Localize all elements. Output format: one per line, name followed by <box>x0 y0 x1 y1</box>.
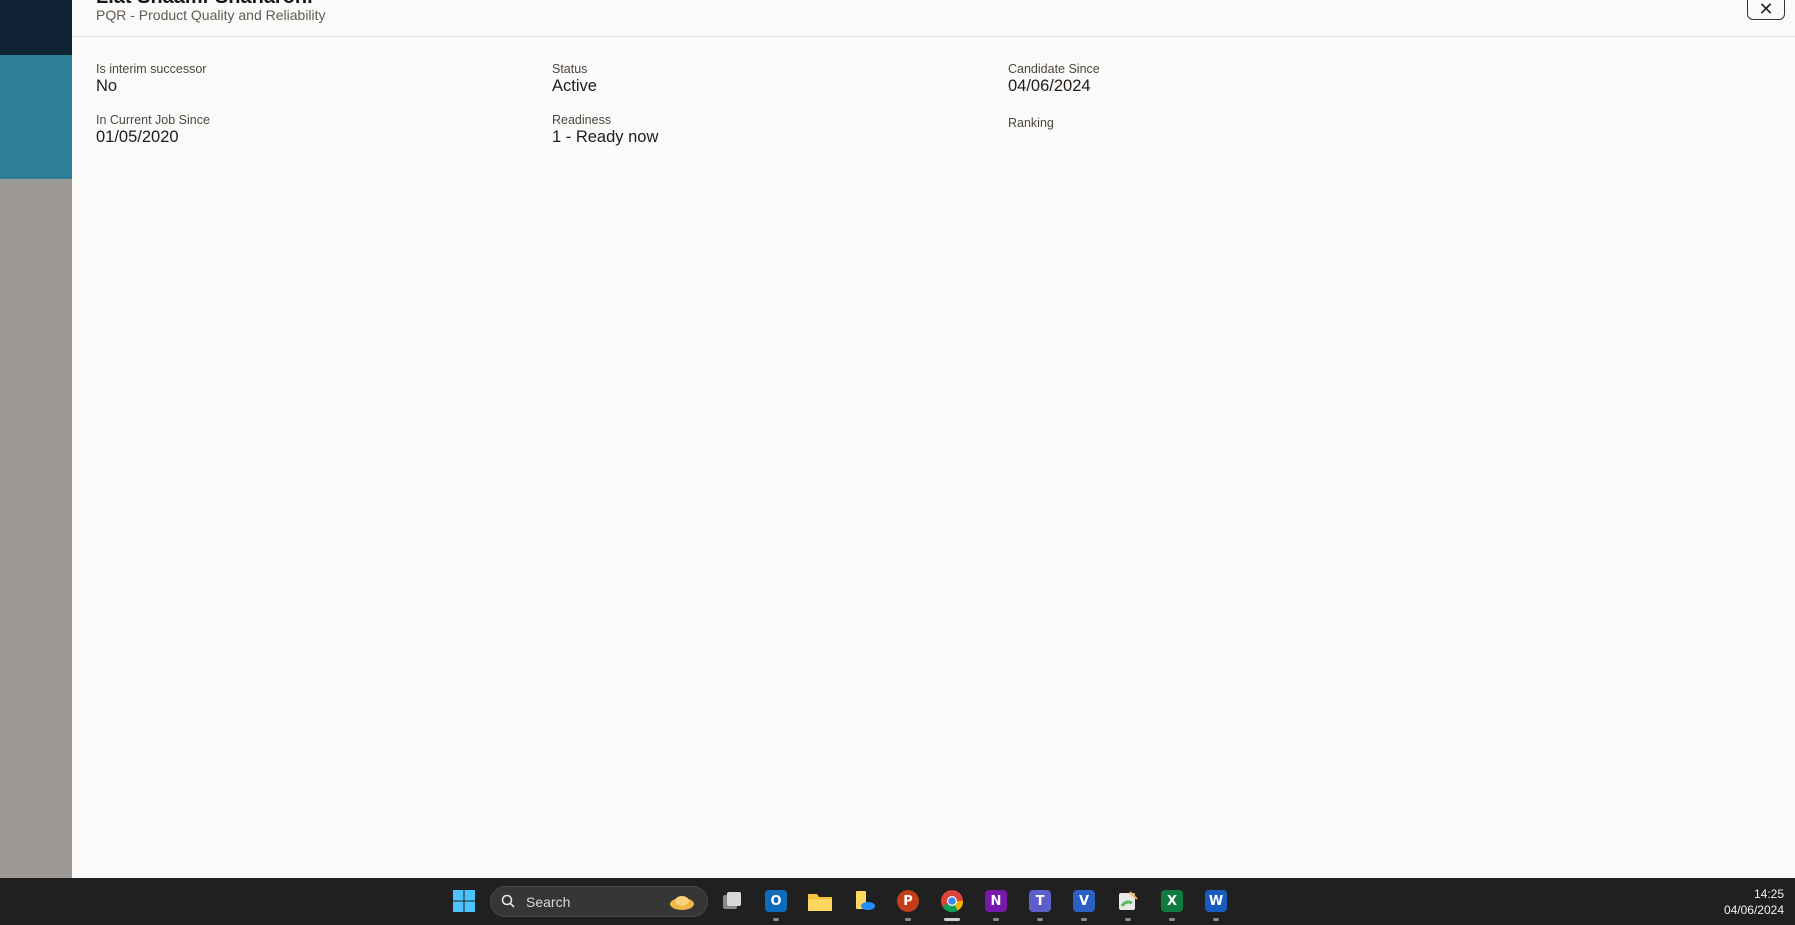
field-label: Is interim successor <box>96 62 207 76</box>
field-value: 01/05/2020 <box>96 128 179 146</box>
search-placeholder: Search <box>526 894 571 910</box>
close-button[interactable]: ✕ <box>1747 0 1785 20</box>
outlook-icon: O <box>765 890 787 912</box>
background-banner <box>0 55 72 179</box>
field-candidate-since: Candidate Since 04/06/2024 <box>1008 62 1100 96</box>
drawer-subtitle: PQR - Product Quality and Reliability <box>96 7 326 23</box>
teams-icon: T <box>1029 890 1051 912</box>
excel-button[interactable]: X <box>1158 887 1186 921</box>
word-icon: W <box>1205 890 1227 912</box>
field-value: 1 - Ready now <box>552 128 659 146</box>
field-label: Readiness <box>552 113 612 127</box>
file-explorer-button[interactable] <box>806 887 834 915</box>
field-ranking: Ranking <box>1008 116 1054 131</box>
powerpoint-icon: P <box>897 890 919 912</box>
powerpoint-button[interactable]: P <box>894 887 922 921</box>
onedrive-files-icon <box>856 891 875 910</box>
field-interim-successor: Is interim successor No <box>96 62 206 96</box>
outlook-button[interactable]: O <box>762 887 790 921</box>
windows-start-button[interactable] <box>450 887 478 915</box>
field-value: No <box>96 77 118 95</box>
field-status: Status Active <box>552 62 597 96</box>
word-button[interactable]: W <box>1202 887 1230 921</box>
teams-button[interactable]: T <box>1026 887 1054 921</box>
candidate-details-drawer: Liat Shaami-Shaharoni PQR - Product Qual… <box>72 0 1795 878</box>
paint-button[interactable] <box>1114 887 1142 921</box>
background-header <box>0 0 72 55</box>
visio-button[interactable]: V <box>1070 887 1098 921</box>
background-page <box>0 0 72 878</box>
field-label: Ranking <box>1008 116 1054 130</box>
task-view-button[interactable] <box>718 887 746 915</box>
excel-icon: X <box>1161 890 1183 912</box>
field-value: 04/06/2024 <box>1008 77 1091 95</box>
field-label: Status <box>552 62 588 76</box>
search-highlight-icon <box>670 896 694 910</box>
field-label: In Current Job Since <box>96 113 210 127</box>
clock-time: 14:25 <box>1753 887 1784 901</box>
search-icon <box>501 894 515 908</box>
onedrive-files-button[interactable] <box>850 887 878 915</box>
chrome-button[interactable] <box>938 887 966 921</box>
file-explorer-icon <box>808 894 832 911</box>
paint-icon <box>1119 891 1138 910</box>
system-clock[interactable]: 14:25 04/06/2024 <box>1700 886 1784 918</box>
drawer-header: Liat Shaami-Shaharoni PQR - Product Qual… <box>72 0 1795 37</box>
field-readiness: Readiness 1 - Ready now <box>552 113 658 147</box>
onenote-icon: N <box>985 890 1007 912</box>
clock-date: 04/06/2024 <box>1723 903 1784 917</box>
task-view-icon <box>723 892 741 909</box>
field-label: Candidate Since <box>1008 62 1100 76</box>
field-value: Active <box>552 77 597 95</box>
field-current-job-since: In Current Job Since 01/05/2020 <box>96 113 210 147</box>
chrome-icon <box>941 890 964 913</box>
windows-start-icon <box>453 890 475 912</box>
close-icon: ✕ <box>1758 0 1774 19</box>
onenote-button[interactable]: N <box>982 887 1010 921</box>
taskbar-search-box[interactable]: Search <box>490 886 708 917</box>
windows-taskbar: Search O P N T V X W 14:25 04/06/2024 <box>0 878 1795 925</box>
visio-icon: V <box>1073 890 1095 912</box>
